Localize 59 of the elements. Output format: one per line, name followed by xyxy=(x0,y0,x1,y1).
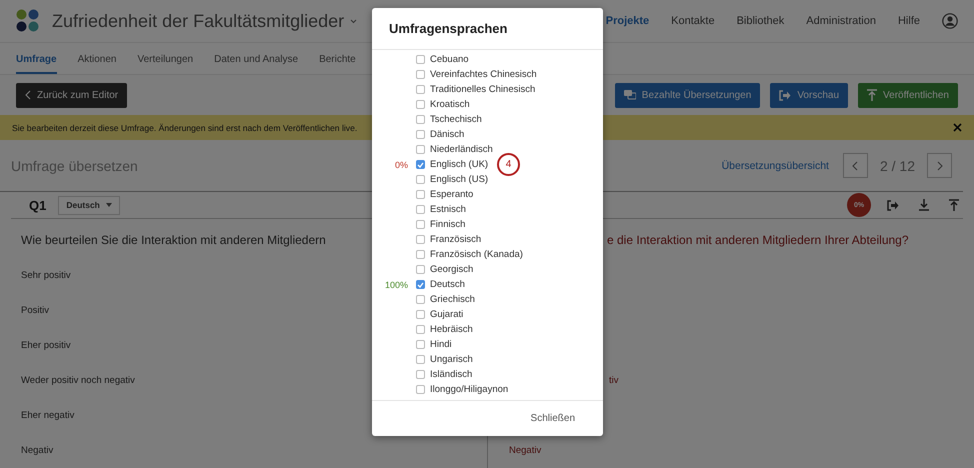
language-label: Estnisch xyxy=(430,204,466,215)
language-label: Finnisch xyxy=(430,219,466,230)
translated-answer: Negativ xyxy=(509,445,542,456)
tab[interactable]: Verteilungen xyxy=(138,43,194,74)
overview-link[interactable]: Übersetzungsübersicht xyxy=(722,160,829,172)
section-title: Umfrage übersetzen xyxy=(11,158,138,174)
nav-link[interactable]: Kontakte xyxy=(671,15,715,28)
language-label: Kroatisch xyxy=(430,99,470,110)
language-label: Vereinfachtes Chinesisch xyxy=(430,69,537,80)
language-label: Traditionelles Chinesisch xyxy=(430,84,536,95)
language-label: Georgisch xyxy=(430,264,474,275)
toolbar-button[interactable]: Bezahlte Übersetzungen xyxy=(614,82,760,108)
answer-choice: Weder positiv noch negativ xyxy=(21,375,135,386)
language-label: Dänisch xyxy=(430,129,464,140)
close-button[interactable]: Schließen xyxy=(524,412,581,425)
language-label: Ungarisch xyxy=(430,354,473,365)
dialog-title: Umfragensprachen xyxy=(389,21,508,36)
banner-message: Sie bearbeiten derzeit diese Umfrage. Änderungen sind erst nach dem Veröffentlichen live. xyxy=(12,122,358,133)
tab[interactable]: Umfrage xyxy=(16,43,57,74)
question-text: Wie beurteilen Sie die Interaktion mit anderen Mitgliedern xyxy=(21,233,326,248)
translated-answer: tiv xyxy=(609,375,618,386)
language-label: Griechisch xyxy=(430,294,475,305)
answer-choice: Eher negativ xyxy=(21,410,74,422)
tab[interactable]: Berichte xyxy=(319,43,356,74)
answer-choice: Positiv xyxy=(21,305,49,316)
language-label: Englisch (UK) xyxy=(430,159,488,170)
language-label: Gujarati xyxy=(430,309,464,320)
language-label: Isländisch xyxy=(430,369,472,380)
translation-percent: 0% xyxy=(394,160,409,170)
callout-marker: 4 xyxy=(497,153,520,176)
language-label: Hebräisch xyxy=(430,324,473,335)
language-label: Hindi xyxy=(430,339,452,350)
tab[interactable]: Aktionen xyxy=(78,43,116,74)
language-label: Esperanto xyxy=(430,189,474,200)
answer-choice: Sehr positiv xyxy=(21,270,71,282)
nav-link[interactable]: Hilfe xyxy=(898,15,920,28)
language-label: Deutsch xyxy=(430,279,465,290)
translation-percent: 100% xyxy=(384,280,409,290)
survey-title[interactable]: Zufriedenheit der Fakultätsmitglieder xyxy=(52,10,344,32)
toolbar-button[interactable]: Vorschau xyxy=(770,82,848,108)
back-button[interactable]: Zurück zum Editor xyxy=(16,82,128,108)
language-label: Tschechisch xyxy=(430,114,482,125)
answer-choice: Negativ xyxy=(21,445,54,456)
nav-link[interactable]: Administration xyxy=(806,15,876,28)
answer-choice: Eher positiv xyxy=(21,340,71,352)
translated-question-text: e die Interaktion mit anderen Mitgliedern Ihrer Abteilung? xyxy=(607,233,909,248)
language-label: Niederländisch xyxy=(430,144,493,155)
language-dropdown[interactable]: Deutsch xyxy=(58,196,120,215)
language-label: Ilonggo/Hiligaynon xyxy=(430,384,508,395)
nav-link[interactable]: Projekte xyxy=(606,15,650,28)
language-label: Cebuano xyxy=(430,54,469,65)
question-id: Q1 xyxy=(29,198,46,213)
nav-link[interactable]: Bibliothek xyxy=(736,15,784,28)
toolbar-button[interactable]: Veröffentlichen xyxy=(858,82,958,108)
language-label: Englisch (US) xyxy=(430,174,488,185)
language-label: Französisch (Kanada) xyxy=(430,249,523,260)
tab[interactable]: Daten und Analyse xyxy=(214,43,298,74)
language-label: Französisch xyxy=(430,234,482,245)
page-counter: 2 / 12 xyxy=(880,158,915,174)
